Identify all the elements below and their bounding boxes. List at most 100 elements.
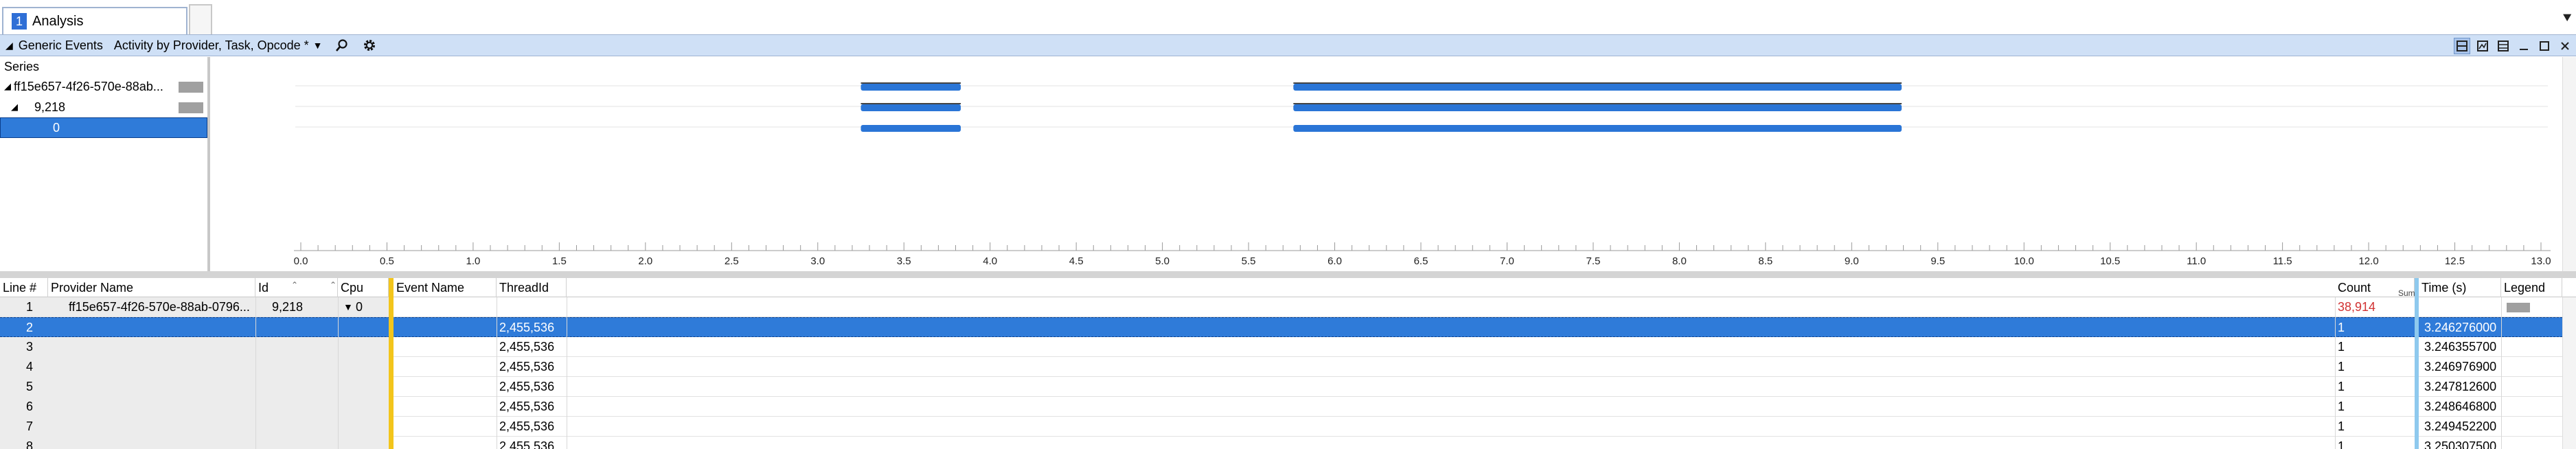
cell-thread-id: 2,455,536 [499, 380, 555, 393]
x-axis-tick-label: 2.5 [725, 255, 739, 267]
table-vertical-scrollbar[interactable] [2562, 297, 2576, 449]
cell-count: 1 [2338, 439, 2345, 449]
column-header-label: Id [258, 281, 269, 295]
row-grouping-background [0, 437, 389, 449]
series-color-swatch[interactable] [179, 82, 203, 93]
column-header-provider-name[interactable]: Provider Name [48, 278, 255, 297]
chevron-down-icon[interactable]: ▼ [313, 40, 323, 51]
x-axis-tick-label: 3.5 [897, 255, 911, 267]
wpa-window: 1 Analysis ⯆ ◢ Generic Events Activity b… [0, 0, 2576, 449]
x-axis-tick-label: 11.0 [2187, 255, 2206, 267]
x-axis-tick-label: 12.5 [2445, 255, 2465, 267]
sort-ascending-icon: ⌃ [291, 280, 299, 290]
x-axis-tick-label: 5.5 [1242, 255, 1256, 267]
column-header-label: Count [2338, 281, 2371, 295]
series-item-label: 0 [53, 120, 60, 135]
column-header-time[interactable]: Time (s) [2419, 278, 2501, 297]
expand-triangle-icon[interactable]: ▼ [341, 297, 352, 317]
x-axis-tick-label: 2.0 [638, 255, 652, 267]
cell-count: 1 [2338, 340, 2345, 354]
cell-line: 5 [26, 380, 34, 393]
x-axis-tick-label: 4.0 [983, 255, 997, 267]
activity-bar [1293, 84, 1902, 91]
table-row[interactable]: 7 2,455,536 1 3.249452200 [0, 417, 2576, 437]
cell-line: 8 [26, 439, 34, 449]
x-axis-tick-label: 0.5 [380, 255, 394, 267]
cell-thread-id: 2,455,536 [499, 340, 555, 354]
activity-graph-canvas[interactable]: 0.0 0.5 1.0 1.5 2.0 2.5 3.0 3.5 4.0 4.5 5.0 5.5 6.0 6… [213, 57, 2576, 271]
table-row[interactable]: 2 2,455,536 1 3.246276000 [0, 317, 2576, 337]
analysis-tab[interactable]: 1 Analysis [2, 7, 187, 34]
activity-bar [860, 125, 961, 132]
x-axis-tick-label: 12.0 [2358, 255, 2378, 267]
sort-indicator-icon: ⌃ [330, 280, 337, 290]
close-icon[interactable] [2557, 38, 2573, 54]
cell-time: 3.248646800 [2424, 400, 2497, 413]
column-divider [2501, 297, 2502, 449]
graph-vertical-scrollbar[interactable] [2562, 57, 2576, 271]
series-title: Series [4, 60, 40, 73]
table-only-view-icon[interactable] [2495, 38, 2511, 54]
cell-provider-name: ff15e657-4f26-570e-88ab-0796... [69, 300, 250, 314]
cell-count: 1 [2338, 360, 2345, 373]
series-item-label: 9,218 [34, 100, 66, 114]
cell-line: 7 [26, 419, 34, 433]
column-header-legend[interactable]: Legend [2501, 278, 2562, 297]
graph-and-table-view-icon[interactable] [2454, 38, 2470, 54]
cell-line: 3 [26, 340, 34, 354]
graphing-divider-bar[interactable] [2415, 278, 2419, 449]
row-grouping-background [0, 417, 389, 437]
x-axis-tick-label: 7.5 [1586, 255, 1600, 267]
cell-id: 9,218 [272, 300, 304, 314]
series-item-label: ff15e657-4f26-570e-88ab... [14, 79, 163, 93]
cell-thread-id: 2,455,536 [499, 400, 555, 413]
table-group-row[interactable]: 1 ff15e657-4f26-570e-88ab-0796... 9,218 … [0, 297, 2576, 317]
table-row[interactable]: 8 2,455,536 1 3.250307500 [0, 437, 2576, 449]
expand-triangle-icon[interactable]: ◢ [1, 81, 14, 92]
preset-dropdown[interactable]: Activity by Provider, Task, Opcode * [114, 38, 309, 53]
graph-only-view-icon[interactable] [2474, 38, 2491, 54]
row-grouping-background [0, 397, 389, 417]
x-axis-tick-label: 10.0 [2014, 255, 2034, 267]
gear-icon[interactable] [361, 37, 378, 54]
column-divider [255, 297, 256, 449]
series-item-cpu[interactable]: 0 [0, 117, 207, 138]
table-row[interactable]: 3 2,455,536 1 3.246355700 [0, 337, 2576, 357]
tab-number-badge: 1 [12, 13, 27, 30]
minimize-icon[interactable] [2516, 38, 2532, 54]
activity-graph[interactable]: 0.0 0.5 1.0 1.5 2.0 2.5 3.0 3.5 4.0 4.5 5.0 5.5 6.0 6… [213, 57, 2576, 271]
graph-table-splitter[interactable] [0, 271, 2576, 278]
series-item-id[interactable]: ◢ 9,218 [0, 97, 207, 117]
x-axis-tick-label: 11.5 [2273, 255, 2292, 267]
column-header-line[interactable]: Line # [0, 278, 48, 297]
column-header-cpu[interactable]: Cpu [338, 278, 389, 297]
search-icon[interactable] [334, 37, 350, 54]
column-header-count[interactable]: Count Sum [2335, 278, 2415, 298]
cell-time: 3.246355700 [2424, 340, 2497, 354]
table-row[interactable]: 4 2,455,536 1 3.246976900 [0, 357, 2576, 377]
expand-triangle-icon[interactable]: ◢ [8, 102, 21, 113]
column-header-event-name[interactable]: Event Name [394, 278, 497, 297]
series-color-swatch[interactable] [178, 124, 203, 135]
collapse-icon[interactable]: ◢ [5, 40, 13, 51]
cell-line: 4 [26, 360, 34, 373]
document-tab-strip: 1 Analysis ⯆ [0, 0, 2576, 34]
column-header-id[interactable]: Id ⌃ ⌃ [255, 278, 338, 297]
tab-list-menu-icon[interactable]: ⯆ [2561, 10, 2573, 27]
series-item-provider[interactable]: ◢ ff15e657-4f26-570e-88ab... [0, 76, 207, 97]
x-axis-tick-label: 5.0 [1155, 255, 1170, 267]
column-header-thread-id[interactable]: ThreadId [497, 278, 567, 297]
new-tab-button[interactable] [189, 4, 212, 34]
column-divider [2335, 297, 2336, 449]
grouping-divider-bar[interactable] [389, 278, 394, 449]
cell-line: 6 [26, 400, 34, 413]
table-row[interactable]: 5 2,455,536 1 3.247812600 [0, 377, 2576, 397]
series-color-swatch[interactable] [179, 102, 203, 113]
legend-swatch[interactable] [2507, 303, 2530, 312]
cell-count: 1 [2338, 380, 2345, 393]
maximize-icon[interactable] [2536, 38, 2553, 54]
x-axis-tick-label: 6.5 [1414, 255, 1428, 267]
activity-bar [860, 104, 961, 111]
table-row[interactable]: 6 2,455,536 1 3.248646800 [0, 397, 2576, 417]
row-grouping-background [0, 377, 389, 397]
